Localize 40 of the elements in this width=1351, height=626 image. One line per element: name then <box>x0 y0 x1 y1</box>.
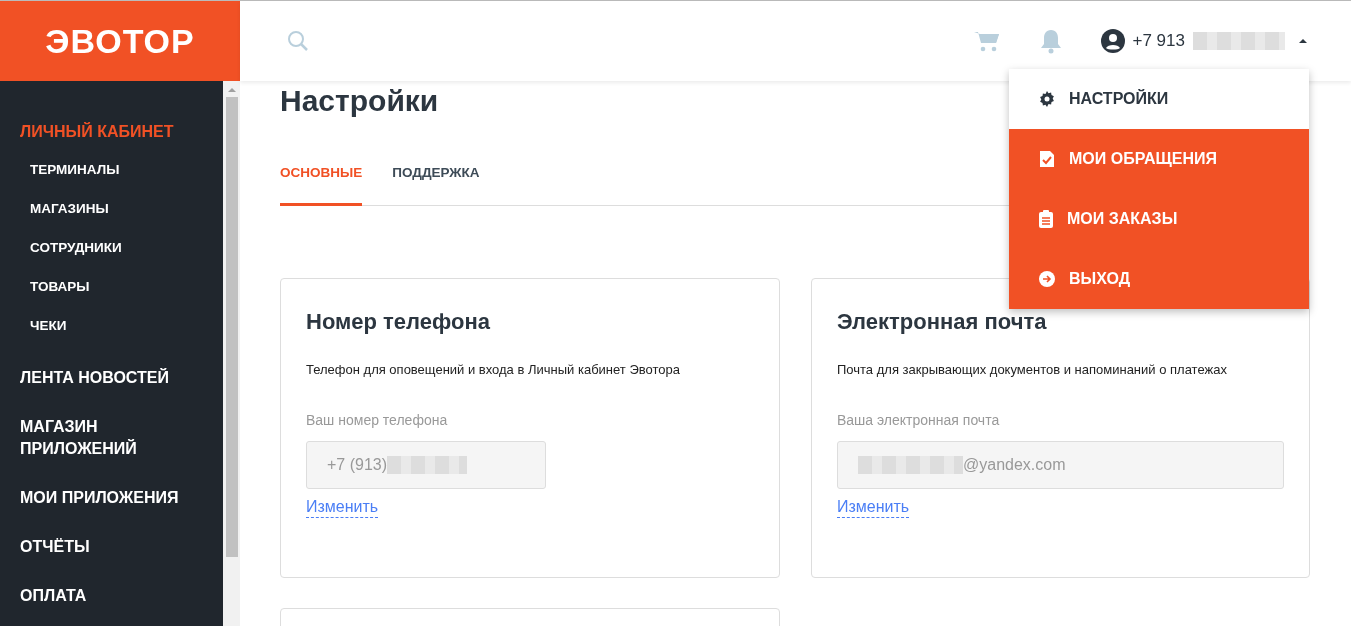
menu-item[interactable]: МОИ ОБРАЩЕНИЯ <box>1009 129 1309 189</box>
scrollbar-thumb[interactable] <box>225 97 238 557</box>
gear-icon <box>1039 91 1055 107</box>
change-link[interactable]: Изменить <box>837 496 910 518</box>
field-value: @yandex.com <box>963 454 1066 475</box>
clipboard-icon <box>1039 210 1053 228</box>
field-label: Ваш номер телефона <box>306 410 449 430</box>
field-label: Ваша электронная почта <box>837 410 1001 430</box>
sidebar-subitem[interactable]: ЧЕКИ <box>0 317 223 335</box>
sidebar-item[interactable]: МАГАЗИН ПРИЛОЖЕНИЙ <box>0 416 160 460</box>
caret-icon[interactable] <box>1299 38 1307 44</box>
sidebar-subitem[interactable]: МАГАЗИНЫ <box>0 200 223 218</box>
sidebar-subitem[interactable]: СОТРУДНИКИ <box>0 239 223 257</box>
change-link[interactable]: Изменить <box>306 496 379 518</box>
sidebar-subitem[interactable]: ТЕРМИНАЛЫ <box>0 161 223 179</box>
field-value: +7 (913) <box>327 454 388 475</box>
card-title: Электронная почта <box>837 308 1048 337</box>
sidebar-item[interactable]: ОТЧЁТЫ <box>0 536 223 558</box>
sidebar-item[interactable]: ОПЛАТА <box>0 585 223 607</box>
card-description: Телефон для оповещений и входа в Личный кабинет Эвотора <box>306 361 681 380</box>
page-title: Настройки <box>280 83 439 119</box>
menu-item[interactable]: МОИ ЗАКАЗЫ <box>1009 189 1309 249</box>
sidebar-subitem[interactable]: ТОВАРЫ <box>0 278 223 296</box>
menu-item[interactable]: НАСТРОЙКИ <box>1009 69 1309 129</box>
sidebar-item[interactable]: ЛИЧНЫЙ КАБИНЕТ <box>0 121 223 143</box>
bell-icon[interactable] <box>1038 28 1063 54</box>
sidebar-item[interactable]: ЛЕНТА НОВОСТЕЙ <box>0 367 223 389</box>
account-phone[interactable]: +7 913 <box>1132 28 1185 54</box>
scroll-up-icon[interactable] <box>227 87 236 93</box>
menu-item[interactable]: ВЫХОД <box>1009 249 1309 309</box>
tab[interactable]: ПОДДЕРЖКА <box>392 163 480 207</box>
document-check-icon <box>1039 150 1055 168</box>
search-icon[interactable] <box>286 29 310 53</box>
scrollbar[interactable] <box>223 81 240 626</box>
avatar-icon[interactable] <box>1100 29 1125 53</box>
sidebar-item[interactable]: МОИ ПРИЛОЖЕНИЯ <box>0 487 223 509</box>
card-description: Почта для закрывающих документов и напоминаний о платежах <box>837 361 1228 380</box>
card-title: Номер телефона <box>306 308 491 337</box>
tab[interactable]: ОСНОВНЫЕ <box>280 163 363 207</box>
arrow-circle-icon <box>1039 271 1055 287</box>
